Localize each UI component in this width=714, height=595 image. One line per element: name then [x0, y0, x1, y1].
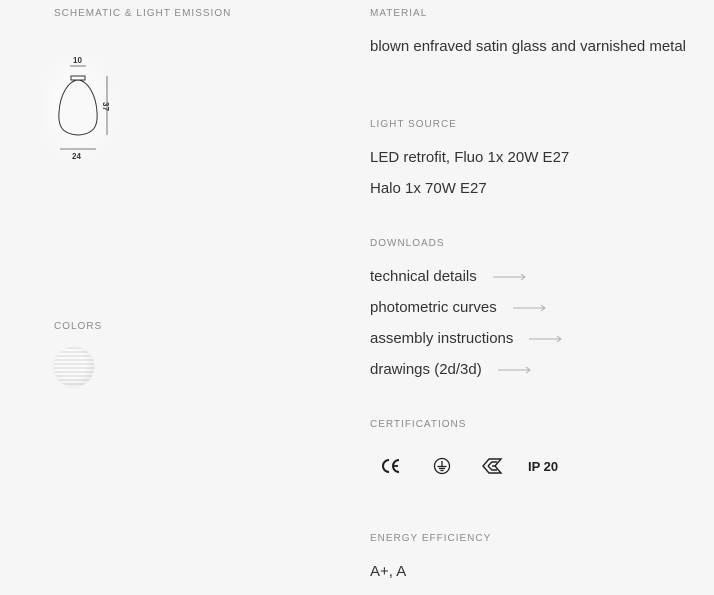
ground-symbol-icon: [432, 455, 452, 477]
certifications-heading: CERTIFICATIONS: [370, 419, 467, 430]
light-source-line-2: Halo 1x 70W E27: [370, 180, 487, 197]
dimension-bottom-label: 24: [72, 152, 81, 161]
arrow-right-icon: [512, 304, 546, 311]
download-assembly-instructions[interactable]: assembly instructions: [370, 330, 563, 347]
lamp-schematic-drawing: [38, 53, 118, 163]
ip-rating-badge: IP 20: [528, 458, 559, 474]
material-value: blown enfraved satin glass and varnished…: [370, 38, 687, 55]
download-label: photometric curves: [370, 299, 497, 316]
download-technical-details[interactable]: technical details: [370, 268, 527, 285]
energy-efficiency-value: A+, A: [370, 563, 407, 580]
dimension-top-label: 10: [73, 56, 82, 65]
dimension-side-label: 37: [101, 102, 110, 111]
light-source-heading: LIGHT SOURCE: [370, 119, 457, 130]
color-swatch-satin-glass[interactable]: [54, 347, 94, 387]
colors-heading: COLORS: [54, 321, 103, 332]
lamp-schematic: 10 37 24: [38, 50, 134, 170]
download-label: drawings (2d/3d): [370, 361, 482, 378]
material-heading: MATERIAL: [370, 8, 428, 19]
download-label: assembly instructions: [370, 330, 514, 347]
downloads-heading: DOWNLOADS: [370, 238, 445, 249]
download-photometric-curves[interactable]: photometric curves: [370, 299, 547, 316]
schematic-heading: SCHEMATIC & LIGHT EMISSION: [54, 8, 232, 19]
download-drawings[interactable]: drawings (2d/3d): [370, 361, 532, 378]
ce-mark-icon: [380, 455, 402, 477]
download-label: technical details: [370, 268, 477, 285]
enec-mark-icon: [480, 455, 504, 477]
arrow-right-icon: [492, 273, 526, 280]
energy-efficiency-heading: ENERGY EFFICIENCY: [370, 533, 492, 544]
light-source-line-1: LED retrofit, Fluo 1x 20W E27: [370, 149, 570, 166]
arrow-right-icon: [497, 366, 531, 373]
arrow-right-icon: [529, 335, 563, 342]
